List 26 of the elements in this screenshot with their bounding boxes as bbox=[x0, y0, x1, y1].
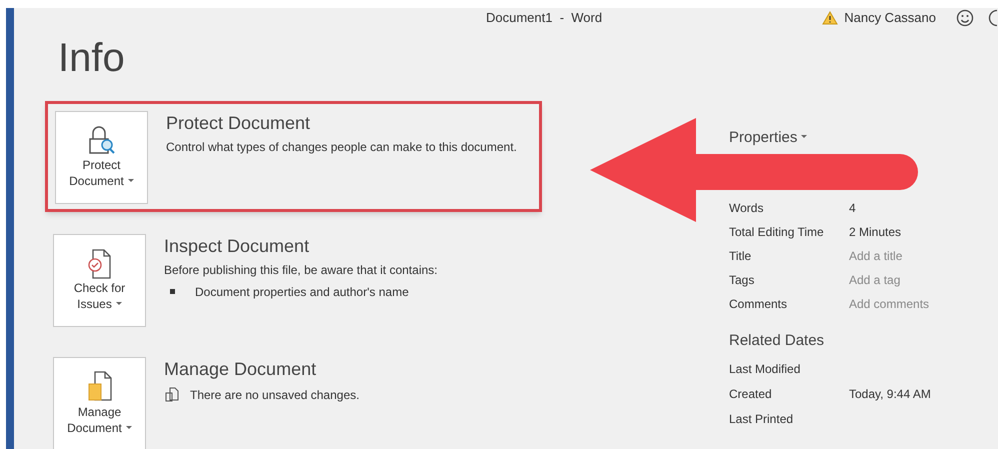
related-dates-heading: Related Dates bbox=[729, 331, 824, 351]
property-label: Comments bbox=[729, 296, 788, 313]
section-heading: Inspect Document bbox=[164, 234, 310, 256]
status-note: There are no unsaved changes. bbox=[190, 386, 360, 404]
document-action-button[interactable]: Protect Document bbox=[55, 110, 148, 204]
bullet-text: Document properties and author's name bbox=[195, 284, 409, 300]
window-title: Document1 - Word bbox=[486, 9, 602, 27]
document-action-button[interactable]: Check for Issues bbox=[53, 234, 146, 326]
section-description: Before publishing this file, be aware that it contains: bbox=[164, 262, 438, 278]
section-heading: Protect Document bbox=[166, 112, 312, 134]
property-value: 2 Minutes bbox=[849, 224, 902, 241]
property-value: 4 bbox=[849, 200, 856, 217]
date-label: Last Printed bbox=[729, 411, 794, 428]
user-name[interactable]: Nancy Cassano bbox=[844, 8, 936, 28]
properties-heading[interactable]: Properties bbox=[729, 126, 808, 149]
page-title: Info bbox=[58, 36, 126, 80]
date-label: Last Modified bbox=[729, 361, 802, 378]
section-heading: Manage Document bbox=[164, 358, 318, 380]
date-value: Today, 9:44 AM bbox=[849, 386, 931, 403]
property-label: Title bbox=[729, 248, 752, 265]
property-label: Words bbox=[729, 200, 764, 217]
date-label: Created bbox=[729, 386, 773, 403]
section-description: Control what types of changes people can make to this document. bbox=[166, 138, 517, 156]
document-action-button[interactable]: Manage Document bbox=[53, 356, 146, 449]
property-label: Total Editing Time bbox=[729, 224, 825, 241]
property-label: Tags bbox=[729, 272, 756, 289]
